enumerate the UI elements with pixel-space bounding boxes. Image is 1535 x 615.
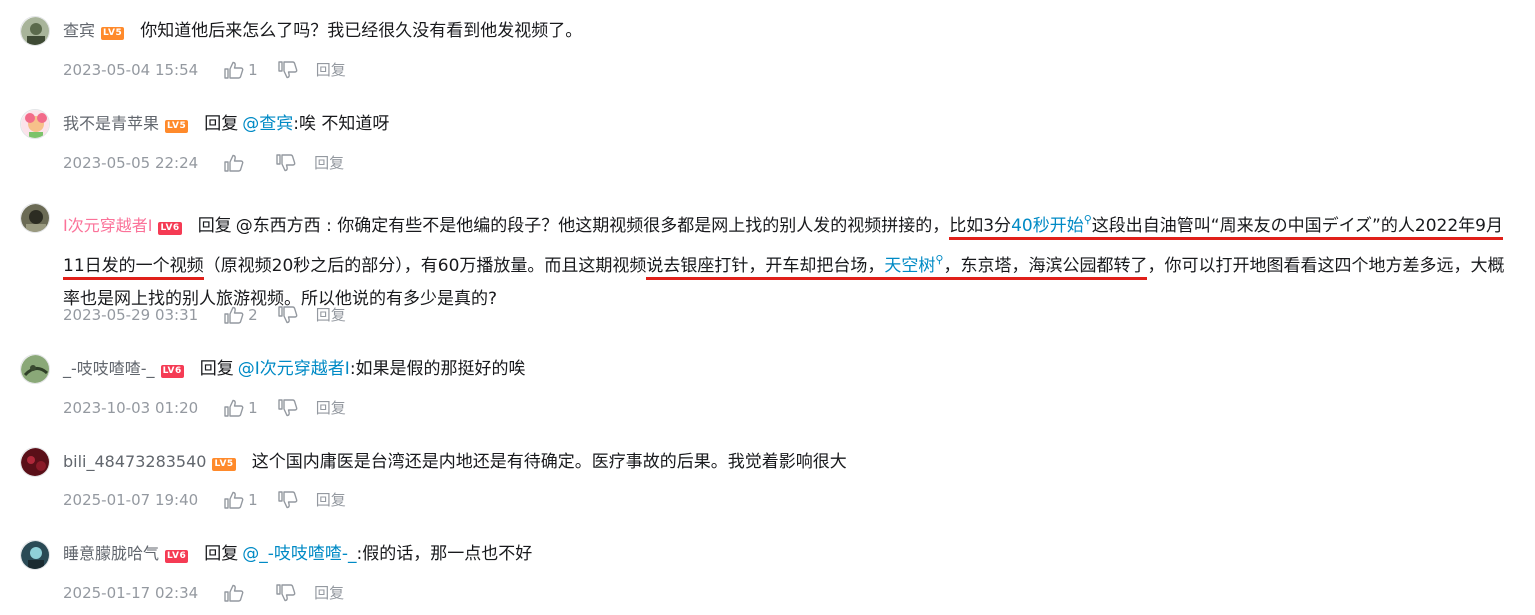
reply-button[interactable]: 回复 [316, 305, 346, 325]
thumbs-down-icon[interactable] [278, 491, 298, 509]
timestamp: 2023-05-29 03:31 [63, 306, 199, 324]
avatar[interactable] [20, 203, 50, 233]
thumbs-up-icon[interactable] [224, 584, 244, 602]
level-badge: LV6 [158, 222, 182, 235]
level-badge: LV5 [101, 27, 125, 40]
timestamp: 2025-01-17 02:34 [63, 584, 199, 602]
comment-line: 睡意朦胧哈气 LV6 回复 @_-吱吱喳喳-_:假的话，那一点也不好 [63, 540, 1515, 568]
comment-meta: 2023-10-03 01:20 1 回复 [63, 398, 346, 418]
comment-meta: 2025-01-17 02:34 回复 [63, 583, 344, 603]
comment-line: 我不是青苹果 LV5 回复 @查宾:唉 不知道呀 [63, 110, 1515, 138]
comment-line: _-吱吱喳喳-_ LV6 回复 @I次元穿越者I:如果是假的那挺好的唉 [63, 355, 1515, 383]
like-count: 1 [248, 399, 258, 417]
avatar[interactable] [20, 354, 50, 384]
comment-text: ，东京塔，海滨公园都转了 [943, 256, 1148, 276]
comment-text: : 你确定有些不是他编的段子？他这期视频很多都是网上找的别人发的视频拼接的， [320, 216, 950, 236]
username[interactable]: I次元穿越者I [63, 216, 152, 235]
level-badge: LV5 [212, 458, 236, 471]
search-keyword-link[interactable]: 天空树 [884, 256, 935, 276]
comment-line: I次元穿越者I LV6 回复 @东西方西 : 你确定有些不是他编的段子？他这期视频很多… [63, 203, 1515, 316]
thumbs-down-icon[interactable] [276, 154, 296, 172]
thumbs-down-icon[interactable] [278, 306, 298, 324]
comment-line: bili_48473283540 LV5 这个国内庸医是台湾还是内地还是有待确定。医… [63, 448, 1515, 476]
timestamp: 2023-10-03 01:20 [63, 399, 199, 417]
reply-button[interactable]: 回复 [314, 153, 344, 173]
comment-text: 你知道他后来怎么了吗？我已经很久没有看到他发视频了。 [140, 21, 583, 41]
username[interactable]: 睡意朦胧哈气 [63, 544, 159, 563]
thumbs-up-icon[interactable] [224, 61, 244, 79]
comment-meta: 2023-05-29 03:31 2 回复 [63, 305, 346, 325]
mention-link[interactable]: @查宾 [242, 114, 293, 134]
timestamp: 2023-05-04 15:54 [63, 61, 199, 79]
avatar[interactable] [20, 109, 50, 139]
username[interactable]: 查宾 [63, 21, 95, 40]
avatar[interactable] [20, 540, 50, 570]
comment-line: 查宾 LV5 你知道他后来怎么了吗？我已经很久没有看到他发视频了。 [63, 17, 1515, 45]
mention-link[interactable]: @I次元穿越者I [238, 359, 350, 379]
reply-label: 回复 [197, 216, 232, 236]
username[interactable]: 我不是青苹果 [63, 114, 159, 133]
comment-text: 这个国内庸医是台湾还是内地还是有待确定。医疗事故的后果。我觉着影响很大 [251, 452, 847, 472]
avatar[interactable] [20, 16, 50, 46]
username[interactable]: bili_48473283540 [63, 452, 206, 471]
reply-label: 回复 [204, 544, 239, 564]
comment-text: :唉 不知道呀 [293, 114, 390, 134]
underlined-text: 说去银座打针，开车却把台场，天空树⚲，东京塔，海滨公园都转了 [646, 253, 1148, 280]
mention-link[interactable]: @_-吱吱喳喳-_ [242, 544, 356, 564]
username[interactable]: _-吱吱喳喳-_ [63, 359, 155, 378]
thumbs-up-icon[interactable] [224, 491, 244, 509]
comment-text: 比如3分 [949, 216, 1012, 236]
reply-button[interactable]: 回复 [316, 490, 346, 510]
reply-button[interactable]: 回复 [316, 398, 346, 418]
thumbs-down-icon[interactable] [276, 584, 296, 602]
thumbs-down-icon[interactable] [278, 61, 298, 79]
like-count: 1 [248, 491, 258, 509]
comment-text: 说去银座打针，开车却把台场， [646, 256, 885, 276]
level-badge: LV6 [160, 365, 184, 378]
timestamp: 2023-05-05 22:24 [63, 154, 199, 172]
reply-target[interactable]: @东西方西 [236, 216, 321, 236]
comment-text: :假的话，那一点也不好 [356, 544, 533, 564]
timestamp-link[interactable]: 40秒开始 [1011, 216, 1084, 236]
reply-button[interactable]: 回复 [314, 583, 344, 603]
thumbs-up-icon[interactable] [224, 154, 244, 172]
avatar[interactable] [20, 447, 50, 477]
underlined-text: 比如3分40秒开始⚲这段出自油管叫“周来友の中国デイズ” [949, 213, 1381, 240]
thumbs-up-icon[interactable] [224, 306, 244, 324]
comment-meta: 2023-05-04 15:54 1 回复 [63, 60, 346, 80]
comment-text: （原视频20秒之后的部分），有60万播放量。而且这期视频 [203, 256, 647, 276]
comment-text: :如果是假的那挺好的唉 [349, 359, 526, 379]
thumbs-down-icon[interactable] [278, 399, 298, 417]
comment-meta: 2025-01-07 19:40 1 回复 [63, 490, 346, 510]
reply-button[interactable]: 回复 [316, 60, 346, 80]
comment-meta: 2023-05-05 22:24 回复 [63, 153, 344, 173]
reply-label: 回复 [204, 114, 239, 134]
timestamp: 2025-01-07 19:40 [63, 491, 199, 509]
comment-text: 这段出自油管叫“周来友の中国デイズ” [1091, 216, 1381, 236]
reply-label: 回复 [199, 359, 234, 379]
level-badge: LV5 [165, 120, 189, 133]
search-icon[interactable]: ⚲ [1084, 213, 1092, 226]
thumbs-up-icon[interactable] [224, 399, 244, 417]
level-badge: LV6 [165, 550, 189, 563]
like-count: 2 [248, 306, 258, 324]
like-count: 1 [248, 61, 258, 79]
